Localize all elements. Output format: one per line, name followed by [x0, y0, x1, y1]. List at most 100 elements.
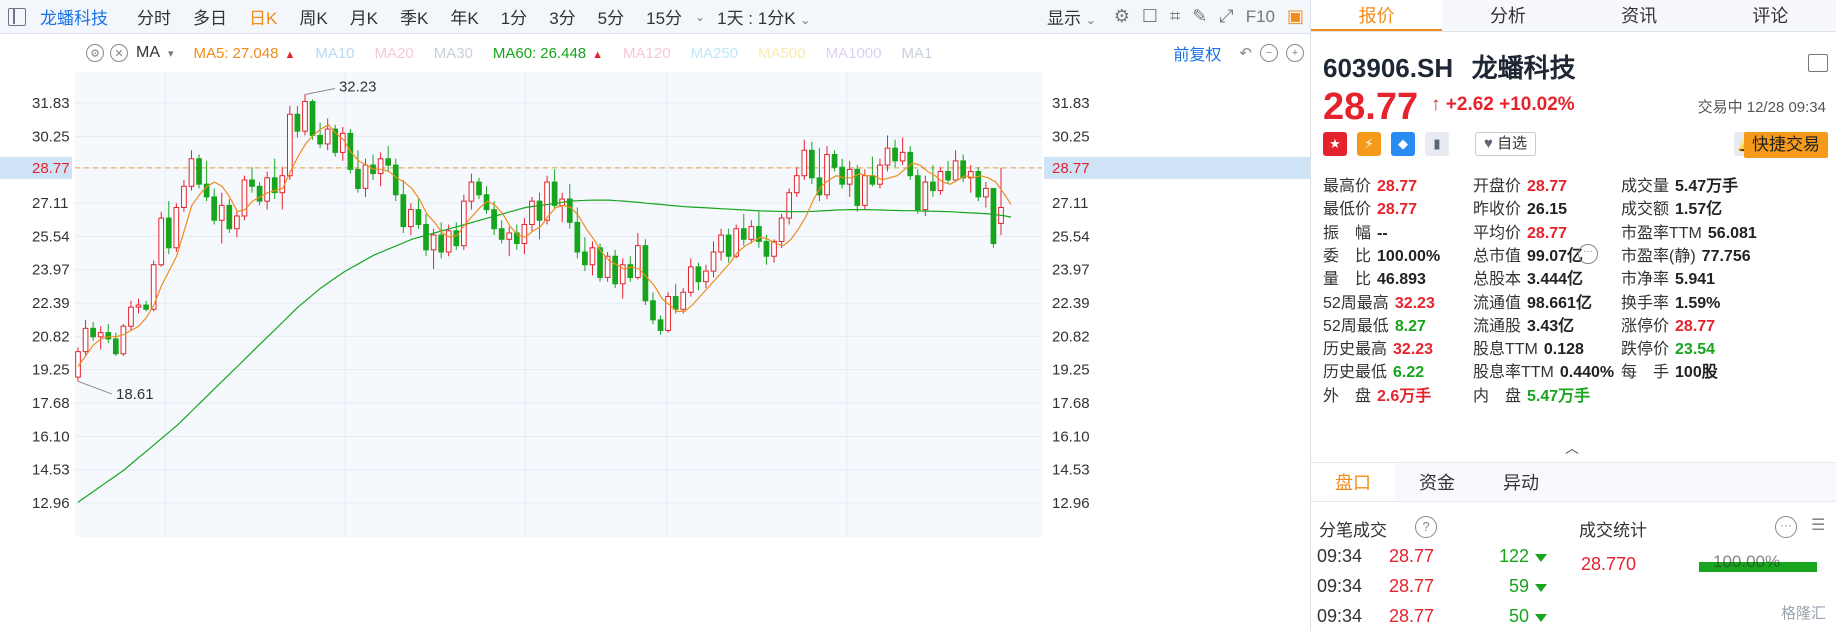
detail-tab[interactable]: 异动 — [1479, 463, 1563, 501]
panel-toggle-icon[interactable]: ▣ — [1287, 6, 1304, 27]
trade-row: 09:34 28.77 50 — [1317, 606, 1547, 632]
chevron-up-icon[interactable]: ︿ — [1565, 438, 1579, 458]
candle-body — [899, 151, 906, 162]
period-select[interactable]: 1天 : 1分K ⌄ — [717, 4, 810, 29]
f10-icon[interactable]: F10 — [1246, 7, 1275, 27]
candle-body — [612, 255, 619, 285]
candle[interactable] — [150, 260, 157, 312]
candlestick-chart[interactable]: 31.83 31.83 30.25 30.25 28.77 28.77 27.11 27.11… — [0, 72, 1310, 631]
indicator-name[interactable]: MA — [136, 44, 160, 62]
candle[interactable] — [990, 187, 997, 248]
candle-body — [786, 192, 793, 219]
candle[interactable] — [173, 203, 180, 253]
more-icon[interactable]: ··· — [1775, 516, 1797, 538]
candle[interactable] — [642, 239, 649, 306]
y-tick-label-left: 28.77 — [32, 160, 70, 177]
quote-tab[interactable]: 评论 — [1705, 0, 1836, 31]
candle[interactable] — [158, 211, 165, 267]
candle[interactable] — [680, 288, 687, 314]
detail-tab[interactable]: 资金 — [1395, 463, 1479, 501]
lightning-icon[interactable]: ⚡ — [1357, 132, 1381, 156]
undo-icon[interactable]: ↶ — [1239, 44, 1252, 62]
candle[interactable] — [241, 175, 248, 221]
candle[interactable] — [309, 99, 316, 140]
china-flag-icon[interactable]: ★ — [1323, 132, 1347, 156]
more-icon[interactable]: ··· — [1578, 243, 1598, 264]
candle[interactable] — [914, 169, 921, 214]
candle-body — [218, 204, 225, 221]
stat-label: 昨收价 — [1473, 201, 1522, 219]
zoom-out-icon[interactable]: − — [1260, 44, 1278, 62]
ma-legend-item[interactable]: MA20 — [375, 45, 414, 62]
candle[interactable] — [733, 224, 740, 259]
close-icon[interactable]: ✕ — [110, 44, 128, 62]
ma-value: 27.048 — [232, 44, 279, 62]
candle[interactable] — [922, 175, 929, 216]
ma-legend-item[interactable]: MA500 — [758, 45, 806, 62]
stat-value: 26.15 — [1527, 201, 1568, 219]
candle[interactable] — [854, 165, 861, 212]
quote-tab[interactable]: 分析 — [1442, 0, 1573, 31]
timeframe-tab[interactable]: 季K — [400, 4, 428, 29]
timeframe-tab[interactable]: 3分 — [549, 4, 575, 29]
ma-legend-item[interactable]: MA30 — [434, 45, 473, 62]
candle-body — [249, 179, 255, 187]
y-tick-label-left: 19.25 — [32, 362, 70, 379]
stock-name-link[interactable]: 龙蟠科技 — [40, 4, 108, 29]
quote-tab[interactable]: 报价 — [1311, 0, 1443, 31]
candle[interactable] — [665, 292, 671, 333]
timeframe-tab[interactable]: 5分 — [598, 4, 624, 29]
ma-legend-item[interactable]: MA120 — [623, 45, 671, 62]
ma-legend-item[interactable]: MA250 — [691, 45, 739, 62]
candle-body — [869, 175, 876, 185]
quick-trade-button[interactable]: 快捷交易 — [1744, 132, 1828, 158]
camera-icon[interactable]: ⌗ — [1170, 6, 1180, 27]
candle[interactable] — [196, 154, 202, 189]
zoom-in-icon[interactable]: + — [1286, 44, 1304, 62]
tag-icon[interactable]: ◆ — [1391, 132, 1415, 156]
timeframe-tab[interactable]: 15分 — [646, 4, 682, 29]
ma-legend-item[interactable]: MA5: 27.048 ▲ — [194, 45, 296, 62]
ma-legend-item[interactable]: MA1000 — [826, 45, 882, 62]
timeframe-tab[interactable]: 分时 — [137, 4, 171, 29]
timeframe-tab[interactable]: 年K — [450, 4, 478, 29]
timeframe-tab[interactable]: 日K — [249, 4, 277, 29]
timeframe-tab[interactable]: 周K — [299, 4, 327, 29]
stat-label: 市盈率(静) — [1621, 247, 1696, 265]
timeframe-tab[interactable]: 月K — [350, 4, 378, 29]
timeframe-tab[interactable]: 1分 — [501, 4, 527, 29]
stat-label: 成交额 — [1621, 201, 1670, 219]
candle-body — [294, 113, 301, 132]
ma-legend-item[interactable]: MA10 — [315, 45, 354, 62]
detail-tab[interactable]: 盘口 — [1311, 463, 1395, 501]
restore-mode-button[interactable]: 前复权 — [1173, 41, 1221, 65]
candle[interactable] — [332, 124, 339, 157]
menu-icon[interactable] — [1808, 54, 1828, 72]
candle[interactable] — [120, 324, 127, 356]
help-icon[interactable]: ? — [1415, 516, 1437, 538]
settings-icon[interactable]: ⚙ — [1114, 6, 1130, 27]
ma-legend-item[interactable]: MA60: 26.448 ▲ — [493, 45, 603, 62]
y-tick-label-left: 27.11 — [32, 195, 68, 212]
quote-tab[interactable]: 资讯 — [1574, 0, 1705, 31]
timeframe-tab[interactable]: 多日 — [193, 4, 227, 29]
candle-body — [128, 306, 134, 327]
candle[interactable] — [392, 158, 399, 202]
candle-body — [914, 175, 921, 211]
sidebar-toggle-icon[interactable] — [8, 7, 26, 26]
candle-body — [135, 304, 142, 308]
list-icon[interactable]: ☰ — [1811, 518, 1831, 536]
candle[interactable] — [975, 167, 982, 202]
fullscreen-icon[interactable]: ⤢ — [1219, 6, 1233, 27]
candle[interactable] — [460, 194, 467, 250]
square-icon[interactable]: ☐ — [1142, 6, 1158, 27]
ma-legend-item[interactable]: MA1 — [902, 45, 933, 62]
bookmark-icon[interactable]: ▮ — [1425, 132, 1449, 156]
settings-icon[interactable]: ⚙ — [86, 44, 104, 62]
pen-icon[interactable]: ✎ — [1192, 6, 1207, 27]
chevron-down-icon[interactable]: ▾ — [168, 47, 174, 60]
heart-icon: ♥ — [1484, 135, 1493, 152]
display-menu[interactable]: 显示 ⌄ — [1047, 4, 1096, 29]
chevron-down-icon[interactable]: ⌄ — [695, 10, 705, 24]
watchlist-button[interactable]: ♥ 自选 — [1475, 132, 1537, 156]
